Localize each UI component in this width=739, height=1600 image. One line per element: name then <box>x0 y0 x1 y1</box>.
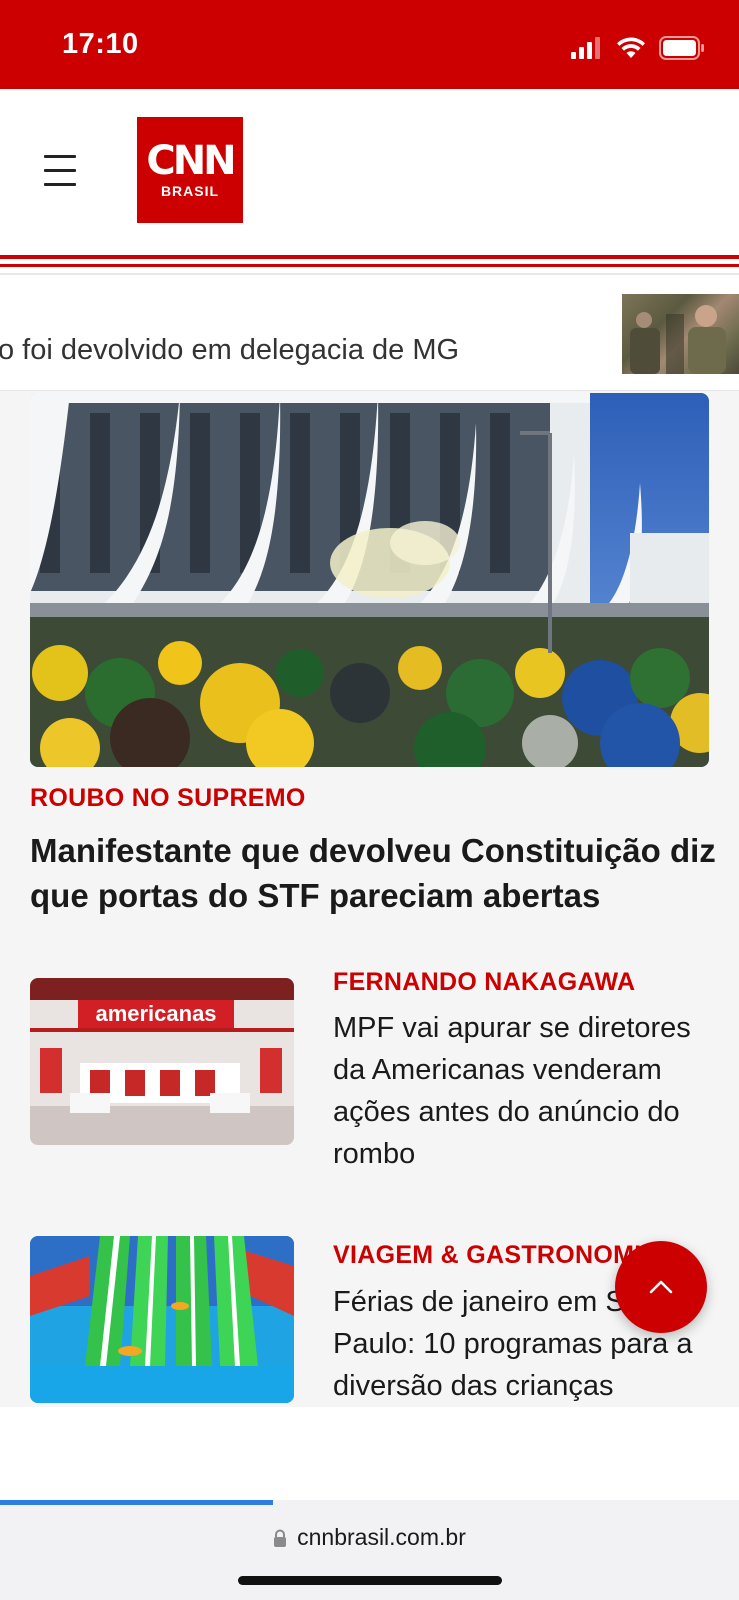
news-ticker[interactable]: o foi devolvido em delegacia de MG <box>0 280 739 391</box>
page-load-progress <box>0 1500 274 1505</box>
americanas-sign: americanas <box>95 1001 216 1026</box>
site-header <box>0 89 739 249</box>
menu-icon[interactable] <box>44 155 76 189</box>
hero-headline[interactable]: Manifestante que devolveu Constituição d… <box>30 828 720 918</box>
status-icons <box>571 34 705 62</box>
story-thumbnail[interactable]: americanas <box>30 978 294 1145</box>
url-display[interactable]: cnnbrasil.com.br <box>0 1524 739 1551</box>
hero-image[interactable] <box>30 393 709 767</box>
header-shadow-line <box>0 273 739 275</box>
ticker-headline[interactable]: o foi devolvido em delegacia de MG <box>0 334 459 367</box>
wifi-icon <box>617 37 645 58</box>
status-time: 17:10 <box>62 28 139 60</box>
home-indicator[interactable] <box>238 1576 502 1585</box>
ticker-thumbnail[interactable] <box>622 294 739 374</box>
lock-icon <box>274 1529 287 1547</box>
battery-icon <box>659 36 704 60</box>
status-bar: 17:10 <box>0 0 739 89</box>
url-text[interactable]: cnnbrasil.com.br <box>297 1524 466 1551</box>
water-slide-photo <box>30 1236 294 1403</box>
story-thumbnail[interactable] <box>30 1236 294 1403</box>
hero-photo <box>30 393 709 767</box>
cnn-brasil-logo[interactable]: CNN BRASIL <box>137 117 243 223</box>
header-divider-thin <box>0 264 739 267</box>
logo-sub-text: BRASIL <box>160 183 220 199</box>
cellular-signal-icon <box>571 37 600 59</box>
story-kicker[interactable]: FERNANDO NAKAGAWA <box>333 968 635 997</box>
chevron-up-icon <box>649 1280 673 1294</box>
ticker-photo <box>630 305 726 374</box>
header-divider <box>0 255 739 259</box>
americanas-store-photo: americanas <box>30 978 294 1145</box>
back-to-top-button[interactable] <box>615 1241 707 1333</box>
hero-kicker[interactable]: ROUBO NO SUPREMO <box>30 784 306 813</box>
story-kicker[interactable]: VIAGEM & GASTRONOMIA <box>333 1241 660 1270</box>
logo-main-text: CNN <box>146 138 236 184</box>
story-headline[interactable]: MPF vai apurar se diretores da Americana… <box>333 1007 723 1175</box>
page-bottom-blank <box>0 1407 739 1500</box>
